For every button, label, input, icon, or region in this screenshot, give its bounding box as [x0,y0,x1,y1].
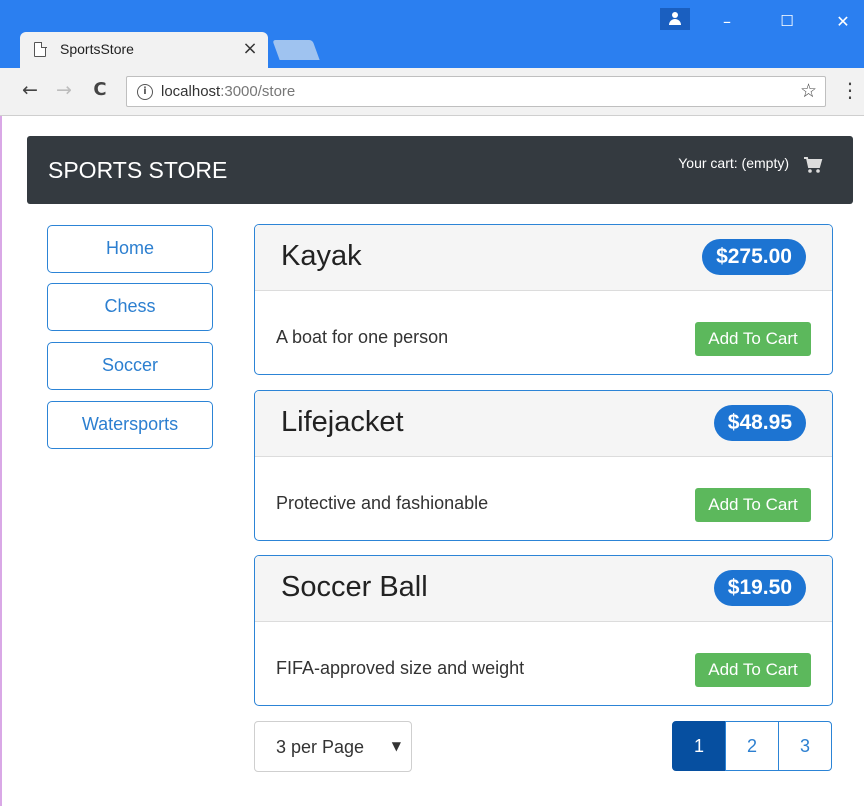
product-name: Lifejacket [281,406,404,438]
caret-down-icon: ▼ [391,739,401,753]
close-window-icon[interactable]: ✕ [828,12,858,31]
product-card-header: Lifejacket $48.95 [255,391,832,457]
menu-icon[interactable]: ⋮ [840,78,860,102]
product-description: A boat for one person [276,327,449,347]
new-tab-button[interactable] [272,40,320,60]
page-link-3[interactable]: 3 [778,721,832,771]
profile-icon[interactable] [660,8,690,30]
window-edge [0,0,2,806]
url-path: :3000/store [220,83,296,100]
page-link-1[interactable]: 1 [672,721,726,771]
product-card: Soccer Ball $19.50 FIFA-approved size an… [254,555,833,706]
info-icon[interactable]: i [137,84,153,100]
page-size-value: 3 per Page [276,737,365,757]
product-description: Protective and fashionable [276,493,489,513]
tab-title: SportsStore [60,41,134,57]
category-home-button[interactable]: Home [47,225,213,273]
product-name: Kayak [281,240,362,272]
url-text: localhost:3000/store [161,83,295,100]
price-badge: $275.00 [702,239,806,275]
category-chess-button[interactable]: Chess [47,283,213,331]
pagination: 1 2 3 [672,721,834,771]
page-size-select[interactable]: 3 per Page ▼ [254,721,412,772]
cart-summary: Your cart: (empty) [678,155,789,171]
back-icon[interactable]: ← [18,79,42,101]
url-host: localhost [161,83,221,100]
maximize-icon[interactable]: ☐ [772,12,802,30]
product-card-header: Soccer Ball $19.50 [255,556,832,622]
address-bar[interactable]: i localhost:3000/store ☆ [126,76,826,107]
cart-icon[interactable] [803,156,823,174]
browser-tab[interactable]: SportsStore × [20,32,268,68]
product-card: Kayak $275.00 A boat for one person Add … [254,224,833,375]
category-watersports-button[interactable]: Watersports [47,401,213,449]
reload-icon[interactable]: C [88,79,112,100]
category-soccer-button[interactable]: Soccer [47,342,213,390]
product-card-header: Kayak $275.00 [255,225,832,291]
page-link-2[interactable]: 2 [725,721,779,771]
price-badge: $48.95 [713,405,806,441]
product-description: FIFA-approved size and weight [276,658,525,678]
page-icon [34,41,47,57]
forward-icon[interactable]: → [52,79,76,101]
tab-close-icon[interactable]: × [240,38,260,59]
product-name: Soccer Ball [281,571,428,603]
minimize-icon[interactable]: – [712,12,742,31]
store-brand: SPORTS STORE [48,157,228,183]
price-badge: $19.50 [713,570,806,606]
browser-toolbar: ← → C i localhost:3000/store ☆ ⋮ [0,68,864,116]
store-navbar: SPORTS STORE Your cart: (empty) [27,136,853,204]
add-to-cart-button[interactable]: Add To Cart [695,653,811,687]
browser-titlebar: SportsStore × – ☐ ✕ [0,0,864,68]
star-icon[interactable]: ☆ [800,80,817,102]
product-card: Lifejacket $48.95 Protective and fashion… [254,390,833,541]
add-to-cart-button[interactable]: Add To Cart [695,488,811,522]
add-to-cart-button[interactable]: Add To Cart [695,322,811,356]
